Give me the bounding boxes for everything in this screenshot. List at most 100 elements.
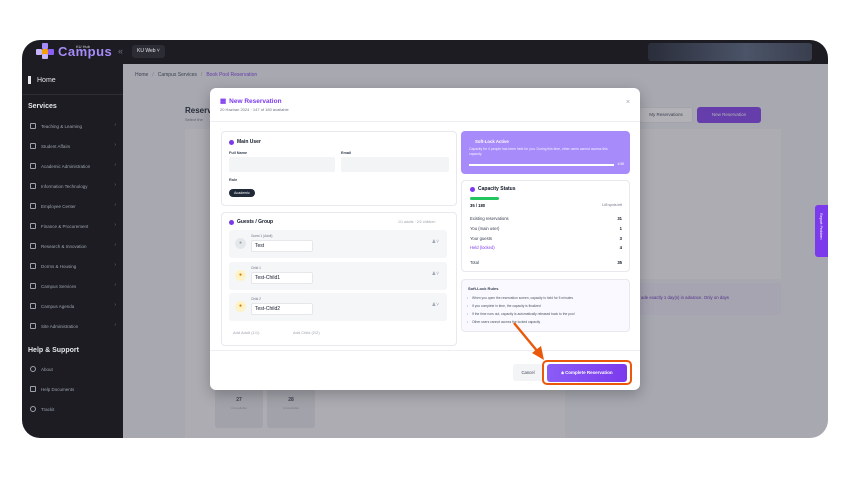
sidebar-item-label: About bbox=[41, 366, 53, 372]
rules-title: Soft-Lock Rules bbox=[468, 286, 499, 291]
sidebar-item-about[interactable]: About bbox=[30, 364, 120, 374]
document-icon bbox=[30, 386, 36, 392]
logo-superscript: KU Hub bbox=[76, 44, 91, 49]
sidebar-item-label: Employee Center bbox=[41, 203, 76, 209]
calculator-icon bbox=[30, 223, 36, 229]
chevron-right-icon: › bbox=[114, 202, 116, 208]
sidebar-home[interactable]: Home bbox=[28, 76, 56, 84]
soft-lock-description: Capacity for 4 people has been held for … bbox=[469, 147, 608, 156]
sidebar-item-label: Finance & Procurement bbox=[41, 223, 89, 229]
briefcase-icon bbox=[30, 203, 36, 209]
adult-avatar-icon: ● bbox=[235, 238, 246, 249]
capacity-bar bbox=[470, 197, 499, 200]
capacity-row: You (main user) 1 bbox=[470, 226, 622, 231]
sidebar-item-it[interactable]: Information Technology › bbox=[30, 181, 120, 191]
top-bar: Campus KU Hub « KU Web ˅ bbox=[22, 40, 828, 64]
guest-label: Guest 1 (Adult) bbox=[251, 234, 273, 238]
capacity-row-label: Held (locked) bbox=[470, 245, 495, 250]
sidebar-divider bbox=[22, 94, 123, 95]
capacity-row-label: Your guests bbox=[470, 236, 492, 241]
sidebar-item-campus-services[interactable]: Campus Services › bbox=[30, 281, 120, 291]
soft-lock-progress-fill bbox=[469, 164, 614, 166]
chevron-right-icon: › bbox=[114, 182, 116, 188]
soft-lock-timer: 4:58 bbox=[617, 162, 624, 166]
add-adult-button[interactable]: Add Adult (1/1) bbox=[233, 330, 259, 335]
modal-title: ▦ New Reservation bbox=[220, 97, 282, 106]
sidebar-item-employee[interactable]: Employee Center › bbox=[30, 201, 120, 211]
role-label: Role bbox=[229, 178, 238, 182]
capacity-spots-left: 145 spots left bbox=[601, 203, 622, 207]
campus-logo[interactable]: Campus KU Hub bbox=[36, 43, 112, 59]
guest-name-input[interactable]: Test bbox=[251, 240, 313, 252]
sidebar-item-academic-admin[interactable]: Academic Administration › bbox=[30, 161, 120, 171]
modal-subtitle: 20 Haziran 2024 · 147 of 180 available bbox=[220, 107, 289, 112]
sidebar-item-label: Information Technology bbox=[41, 183, 88, 189]
person-icon[interactable]: ♟˅ bbox=[432, 302, 439, 308]
chevron-right-icon: › bbox=[114, 242, 116, 248]
rule-item: When you open the reservation screen, ca… bbox=[467, 296, 573, 300]
capacity-row-value: 31 bbox=[617, 216, 622, 221]
sidebar-item-finance[interactable]: Finance & Procurement › bbox=[30, 221, 120, 231]
role-badge: Academic bbox=[229, 189, 255, 197]
chevron-right-icon: › bbox=[114, 122, 116, 128]
guest-name-input[interactable]: Test-Child2 bbox=[251, 303, 313, 315]
building-icon bbox=[30, 283, 36, 289]
logo-mark-icon bbox=[36, 43, 54, 59]
person-icon[interactable]: ♟˅ bbox=[432, 271, 439, 277]
chevron-right-icon: › bbox=[114, 262, 116, 268]
guests-header: Guests / Group bbox=[229, 219, 273, 225]
full-name-label: Full Name bbox=[229, 151, 248, 155]
chevron-right-icon: › bbox=[114, 222, 116, 228]
calendar-icon bbox=[30, 303, 36, 309]
tools-icon bbox=[30, 183, 36, 189]
guest-name-input[interactable]: Test-Child1 bbox=[251, 272, 313, 284]
capacity-row: Held (locked) 4 bbox=[470, 245, 622, 250]
capacity-total-label: Total bbox=[470, 260, 479, 265]
guest-label: Child 1 bbox=[251, 266, 261, 270]
cancel-button[interactable]: Cancel bbox=[513, 364, 543, 381]
sidebar-item-help-documents[interactable]: Help Documents bbox=[30, 384, 120, 394]
chevron-right-icon: › bbox=[114, 142, 116, 148]
capacity-row-value: 1 bbox=[619, 226, 622, 231]
sidebar-home-label: Home bbox=[37, 76, 56, 84]
modal-title-text: New Reservation bbox=[229, 97, 282, 105]
chevron-right-icon: › bbox=[114, 322, 116, 328]
guests-title: Guests / Group bbox=[237, 219, 274, 225]
chevron-right-icon: › bbox=[114, 302, 116, 308]
soft-lock-title: Soft-Lock Active bbox=[475, 139, 509, 144]
group-icon bbox=[470, 186, 475, 192]
capacity-total-value: 35 bbox=[617, 260, 622, 265]
guest-row: ● Guest 1 (Adult) Test ♟˅ bbox=[229, 230, 447, 258]
sidebar-item-label: Help Documents bbox=[41, 386, 75, 392]
sidebar-item-site-admin[interactable]: Site Administration › bbox=[30, 321, 120, 331]
capacity-row-value: 4 bbox=[619, 245, 622, 250]
sidebar-item-trackit[interactable]: Trackit bbox=[30, 404, 120, 414]
report-problem-tab[interactable]: Report Problem bbox=[815, 205, 828, 257]
full-name-field[interactable] bbox=[229, 157, 335, 172]
sidebar-item-dorms[interactable]: Dorms & Housing › bbox=[30, 261, 120, 271]
sidebar-item-label: Academic Administration bbox=[41, 163, 91, 169]
capacity-row-label: You (main user) bbox=[470, 226, 500, 231]
chevron-left-icon[interactable]: « bbox=[118, 46, 123, 56]
report-problem-label: Report Problem bbox=[819, 213, 823, 240]
capacity-row-value: 3 bbox=[619, 236, 622, 241]
chevron-right-icon: › bbox=[114, 282, 116, 288]
capacity-summary: 35 / 180 145 spots left bbox=[470, 203, 622, 208]
sidebar-item-teaching[interactable]: Teaching & Learning › bbox=[30, 121, 120, 131]
sidebar-item-campus-agenda[interactable]: Campus Agenda › bbox=[30, 301, 120, 311]
modal-divider bbox=[210, 121, 640, 122]
calendar-icon: ▦ bbox=[220, 98, 227, 105]
add-child-button[interactable]: Add Child (2/2) bbox=[293, 330, 320, 335]
workspace-select[interactable]: KU Web ˅ bbox=[132, 45, 165, 58]
top-right-banner bbox=[648, 43, 812, 61]
capacity-header: Capacity Status bbox=[470, 186, 516, 192]
chevron-right-icon: › bbox=[114, 162, 116, 168]
main-user-header: Main User bbox=[229, 139, 261, 145]
sidebar-item-student-affairs[interactable]: Student Affairs › bbox=[30, 141, 120, 151]
person-icon[interactable]: ♟˅ bbox=[432, 239, 439, 245]
sidebar-item-label: Research & Innovation bbox=[41, 243, 87, 249]
email-field[interactable] bbox=[341, 157, 449, 172]
sidebar-item-research[interactable]: Research & Innovation › bbox=[30, 241, 120, 251]
sidebar: Home Services Teaching & Learning › Stude… bbox=[22, 64, 123, 438]
close-icon[interactable]: × bbox=[626, 99, 630, 106]
